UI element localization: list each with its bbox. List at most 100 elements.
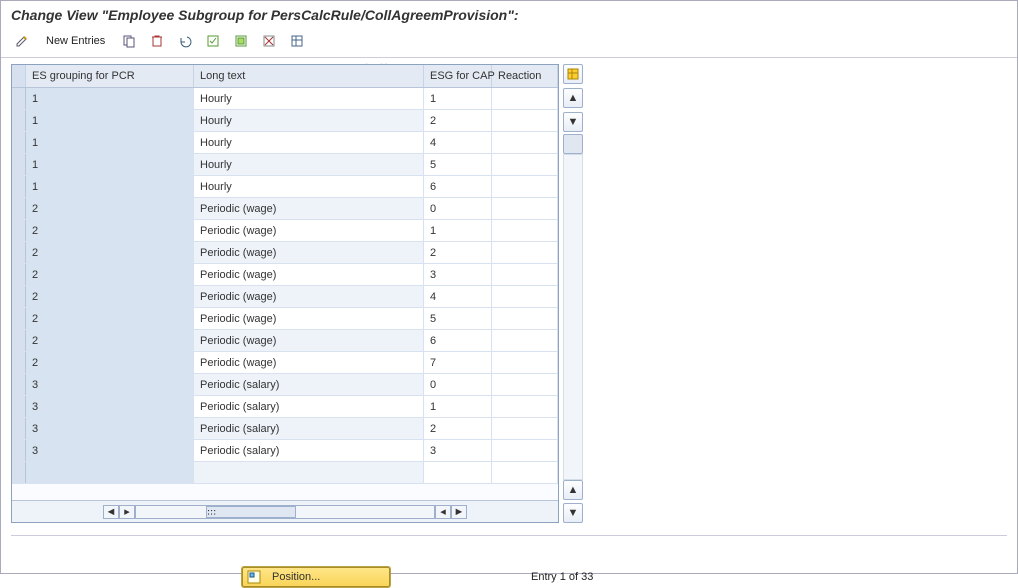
cell-pcr[interactable]: 1 [26,88,194,109]
table-row[interactable]: 2Periodic (wage)7 [12,352,558,374]
cell-pcr[interactable]: 2 [26,308,194,329]
cell-cap[interactable]: 6 [424,330,492,351]
table-config-icon[interactable] [563,64,583,84]
cell-reaction[interactable] [492,440,558,461]
row-selector[interactable] [12,198,26,219]
cell-pcr[interactable]: 2 [26,352,194,373]
select-block-icon[interactable] [230,31,252,51]
row-selector[interactable] [12,462,26,483]
table-row[interactable]: 2Periodic (wage)1 [12,220,558,242]
cell-cap[interactable]: 2 [424,418,492,439]
cell-cap[interactable]: 7 [424,352,492,373]
cell-cap[interactable]: 5 [424,308,492,329]
undo-change-icon[interactable] [174,31,196,51]
row-selector[interactable] [12,440,26,461]
column-header-cap[interactable]: ESG for CAP [424,65,492,87]
cell-cap[interactable]: 4 [424,132,492,153]
table-row[interactable]: 1Hourly5 [12,154,558,176]
cell-cap[interactable]: 0 [424,374,492,395]
cell-reaction[interactable] [492,154,558,175]
table-row[interactable]: 3Periodic (salary)3 [12,440,558,462]
table-row[interactable]: 2Periodic (wage)6 [12,330,558,352]
table-row[interactable]: 2Periodic (wage)5 [12,308,558,330]
scroll-down-icon[interactable]: ▼ [563,503,583,523]
scroll-left-step-icon[interactable]: ▸ [119,505,135,519]
row-selector[interactable] [12,418,26,439]
row-selector[interactable] [12,308,26,329]
cell-pcr[interactable]: 1 [26,176,194,197]
cell-pcr[interactable]: 1 [26,132,194,153]
cell-reaction[interactable] [492,220,558,241]
cell-cap[interactable] [424,462,492,483]
h-scroll-track[interactable]: ꞉꞉꞉ [135,505,435,519]
row-selector[interactable] [12,176,26,197]
cell-reaction[interactable] [492,198,558,219]
grid-horizontal-scrollbar[interactable]: ◄ ▸ ꞉꞉꞉ ◂ ► [12,500,558,522]
table-row[interactable]: 3Periodic (salary)0 [12,374,558,396]
scroll-up-bottom-icon[interactable]: ▲ [563,480,583,500]
cell-pcr[interactable]: 1 [26,154,194,175]
cell-cap[interactable]: 1 [424,88,492,109]
column-header-longtext[interactable]: Long text [194,65,424,87]
table-row[interactable]: 3Periodic (salary)1 [12,396,558,418]
row-selector[interactable] [12,264,26,285]
cell-cap[interactable]: 3 [424,440,492,461]
toggle-display-change-icon[interactable] [11,31,33,51]
cell-reaction[interactable] [492,308,558,329]
cell-reaction[interactable] [492,286,558,307]
row-selector[interactable] [12,374,26,395]
table-row[interactable]: 1Hourly1 [12,88,558,110]
delete-icon[interactable] [146,31,168,51]
row-selector[interactable] [12,286,26,307]
row-selector[interactable] [12,154,26,175]
cell-pcr[interactable]: 3 [26,440,194,461]
scroll-down-top-icon[interactable]: ▼ [563,112,583,132]
select-all-icon[interactable] [202,31,224,51]
cell-cap[interactable]: 6 [424,176,492,197]
new-entries-button[interactable]: New Entries [39,31,112,51]
table-row[interactable]: 3Periodic (salary)2 [12,418,558,440]
row-selector[interactable] [12,352,26,373]
cell-cap[interactable]: 0 [424,198,492,219]
cell-pcr[interactable]: 2 [26,242,194,263]
cell-reaction[interactable] [492,418,558,439]
table-settings-icon[interactable] [286,31,308,51]
row-selector[interactable] [12,242,26,263]
scroll-up-icon[interactable]: ▲ [563,88,583,108]
row-selector[interactable] [12,330,26,351]
scroll-right-icon[interactable]: ► [451,505,467,519]
cell-reaction[interactable] [492,132,558,153]
cell-reaction[interactable] [492,330,558,351]
cell-cap[interactable]: 4 [424,286,492,307]
h-scroll-thumb[interactable]: ꞉꞉꞉ [206,506,296,518]
cell-pcr[interactable]: 1 [26,110,194,131]
table-row[interactable]: 1Hourly4 [12,132,558,154]
row-selector[interactable] [12,88,26,109]
row-selector[interactable] [12,220,26,241]
table-row[interactable]: 2Periodic (wage)4 [12,286,558,308]
cell-reaction[interactable] [492,88,558,109]
column-header-pcr[interactable]: ES grouping for PCR [26,65,194,87]
table-row[interactable]: 1Hourly6 [12,176,558,198]
cell-cap[interactable]: 2 [424,110,492,131]
cell-cap[interactable]: 1 [424,396,492,417]
cell-reaction[interactable] [492,352,558,373]
cell-pcr[interactable]: 3 [26,374,194,395]
position-button[interactable]: Position... [241,566,391,588]
cell-cap[interactable]: 5 [424,154,492,175]
row-selector[interactable] [12,132,26,153]
table-row[interactable]: 2Periodic (wage)2 [12,242,558,264]
cell-cap[interactable]: 2 [424,242,492,263]
cell-cap[interactable]: 1 [424,220,492,241]
table-row[interactable]: 2Periodic (wage)3 [12,264,558,286]
v-scroll-track[interactable] [563,154,583,480]
row-selector[interactable] [12,396,26,417]
cell-pcr[interactable]: 3 [26,418,194,439]
cell-reaction[interactable] [492,110,558,131]
cell-reaction[interactable] [492,396,558,417]
v-scroll-thumb[interactable] [563,134,583,154]
table-row[interactable]: 1Hourly2 [12,110,558,132]
cell-pcr[interactable]: 2 [26,220,194,241]
cell-reaction[interactable] [492,462,558,483]
cell-reaction[interactable] [492,176,558,197]
